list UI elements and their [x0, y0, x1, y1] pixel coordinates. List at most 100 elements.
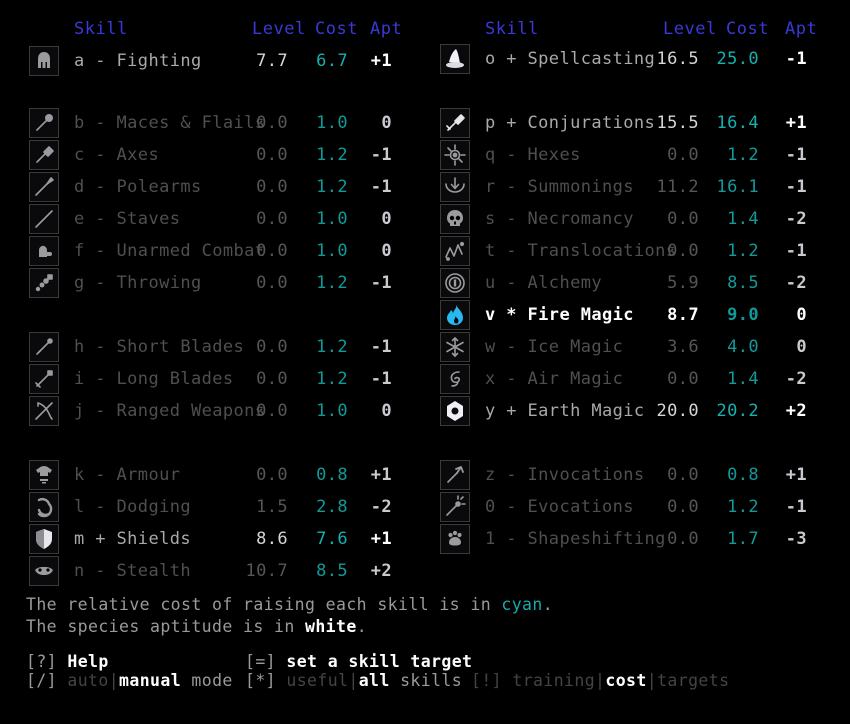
skill-level-value: 8.6	[256, 529, 288, 549]
dagger-icon	[29, 332, 59, 362]
skill-row-earth-magic[interactable]: y + Earth Magic 20.0 20.2 +2	[425, 396, 850, 428]
skill-row-armour[interactable]: k - Armour 0.0 0.8 +1	[0, 460, 425, 492]
skill-row-evocations[interactable]: 0 - Evocations 0.0 1.2 -1	[425, 492, 850, 524]
skill-row-summonings[interactable]: r - Summonings 11.2 16.1 -1	[425, 172, 850, 204]
skill-row-short-blades[interactable]: h - Short Blades 0.0 1.2 -1	[0, 332, 425, 364]
view-toggle-command[interactable]: [!] training|cost|targets	[471, 671, 729, 690]
skill-level-value: 0.0	[667, 497, 699, 517]
skill-name-label: v * Fire Magic	[485, 305, 634, 325]
alchemy-icon	[440, 268, 470, 298]
skill-row-air-magic[interactable]: x - Air Magic 0.0 1.4 -2	[425, 364, 850, 396]
skill-row-polearms[interactable]: d - Polearms 0.0 1.2 -1	[0, 172, 425, 204]
skill-row-shields[interactable]: m + Shields 8.6 7.6 +1	[0, 524, 425, 556]
mode-key: [/]	[26, 671, 58, 690]
skill-level-value: 0.0	[667, 529, 699, 549]
skill-row-axes[interactable]: c - Axes 0.0 1.2 -1	[0, 140, 425, 172]
skill-name-label: n - Stealth	[74, 561, 191, 581]
view-cost-option[interactable]: cost	[605, 671, 646, 690]
spacer-4	[502, 671, 512, 690]
skill-row-hexes[interactable]: q - Hexes 0.0 1.2 -1	[425, 140, 850, 172]
skill-aptitude-value: -1	[370, 273, 392, 293]
skill-name-label: g - Throwing	[74, 273, 202, 293]
mode-auto-option[interactable]: auto	[67, 671, 108, 690]
skill-row-shapeshifting[interactable]: 1 - Shapeshifting 0.0 1.7 -3	[425, 524, 850, 556]
skill-level-value: 3.6	[667, 337, 699, 357]
polearm-icon	[29, 172, 59, 202]
legend-aptitude-text: The species aptitude is in	[26, 617, 306, 636]
skill-cost-value: 1.2	[316, 273, 348, 293]
skill-name-label: q - Hexes	[485, 145, 581, 165]
skill-aptitude-value: 0	[381, 209, 392, 229]
skill-cost-value: 16.4	[716, 113, 759, 133]
translocation-icon	[440, 236, 470, 266]
filter-toggle-command[interactable]: [*] useful|all skills	[245, 671, 462, 690]
column-header-cost: Cost	[726, 19, 769, 39]
skill-name-label: p + Conjurations	[485, 113, 656, 133]
armour-icon	[29, 460, 59, 490]
skill-aptitude-value: -3	[785, 529, 807, 549]
skill-aptitude-value: -1	[785, 177, 807, 197]
skill-row-translocations[interactable]: t - Translocations 0.0 1.2 -1	[425, 236, 850, 268]
stealth-icon	[29, 556, 59, 586]
skill-row-conjurations[interactable]: p + Conjurations 15.5 16.4 +1	[425, 108, 850, 140]
skill-row-alchemy[interactable]: u - Alchemy 5.9 8.5 -2	[425, 268, 850, 300]
view-targets-option[interactable]: targets	[657, 671, 729, 690]
skill-row-maces-flails[interactable]: b - Maces & Flails 0.0 1.0 0	[0, 108, 425, 140]
skill-row-ice-magic[interactable]: w - Ice Magic 3.6 4.0 0	[425, 332, 850, 364]
view-key: [!]	[471, 671, 503, 690]
skill-aptitude-value: 0	[796, 337, 807, 357]
skill-name-label: y + Earth Magic	[485, 401, 645, 421]
help-command[interactable]: [?] Help	[26, 652, 109, 671]
helmet-icon	[29, 46, 59, 76]
skill-row-spellcasting[interactable]: o + Spellcasting 16.5 25.0 -1	[425, 44, 850, 76]
skill-name-label: a - Fighting	[74, 51, 202, 71]
skill-level-value: 15.5	[656, 113, 699, 133]
view-training-option[interactable]: training	[512, 671, 595, 690]
skill-row-dodging[interactable]: l - Dodging 1.5 2.8 -2	[0, 492, 425, 524]
column-header-skill: Skill	[485, 19, 539, 39]
dodge-icon	[29, 492, 59, 522]
mode-toggle-command[interactable]: [/] auto|manual mode	[26, 671, 233, 690]
skill-cost-value: 0.8	[316, 465, 348, 485]
filter-useful-option[interactable]: useful	[286, 671, 348, 690]
skill-row-invocations[interactable]: z - Invocations 0.0 0.8 +1	[425, 460, 850, 492]
air-icon	[440, 364, 470, 394]
column-header-level: Level	[252, 19, 306, 39]
help-key: [?]	[26, 652, 58, 671]
skill-cost-value: 25.0	[716, 49, 759, 69]
skill-level-value: 0.0	[256, 209, 288, 229]
skill-row-ranged-weapons[interactable]: j - Ranged Weapons 0.0 1.0 0	[0, 396, 425, 428]
skill-row-fire-magic[interactable]: v * Fire Magic 8.7 9.0 0	[425, 300, 850, 332]
skill-target-command[interactable]: [=] set a skill target	[245, 652, 472, 671]
invocation-icon	[440, 460, 470, 490]
skill-aptitude-value: +1	[785, 113, 807, 133]
skill-row-long-blades[interactable]: i - Long Blades 0.0 1.2 -1	[0, 364, 425, 396]
skill-name-label: x - Air Magic	[485, 369, 624, 389]
skill-aptitude-value: +2	[370, 561, 392, 581]
mode-manual-option[interactable]: manual	[119, 671, 181, 690]
skill-row-throwing[interactable]: g - Throwing 0.0 1.2 -1	[0, 268, 425, 300]
skill-cost-value: 1.2	[727, 241, 759, 261]
skill-cost-value: 1.0	[316, 401, 348, 421]
column-header-apt: Apt	[785, 19, 818, 39]
filter-all-option[interactable]: all	[359, 671, 390, 690]
skill-cost-value: 1.7	[727, 529, 759, 549]
skill-name-label: 0 - Evocations	[485, 497, 634, 517]
bow-icon	[29, 396, 59, 426]
fire-icon	[440, 300, 470, 330]
left-skill-column: Skill Level Cost Apt a - Fighting 7.7 6.7 +…	[0, 0, 425, 600]
skill-name-label: w - Ice Magic	[485, 337, 624, 357]
skill-aptitude-value: -1	[785, 241, 807, 261]
legend-cost-keyword: cyan	[501, 595, 543, 614]
skill-row-staves[interactable]: e - Staves 0.0 1.0 0	[0, 204, 425, 236]
axe-icon	[29, 140, 59, 170]
fist-icon	[29, 236, 59, 266]
spacer-3	[276, 671, 286, 690]
skill-row-fighting[interactable]: a - Fighting 7.7 6.7 +1	[0, 46, 425, 78]
skill-level-value: 0.0	[256, 177, 288, 197]
skill-row-stealth[interactable]: n - Stealth 10.7 8.5 +2	[0, 556, 425, 588]
skill-row-unarmed-combat[interactable]: f - Unarmed Combat 0.0 1.0 0	[0, 236, 425, 268]
skill-row-necromancy[interactable]: s - Necromancy 0.0 1.4 -2	[425, 204, 850, 236]
skill-level-value: 1.5	[256, 497, 288, 517]
column-header-skill: Skill	[74, 19, 128, 39]
